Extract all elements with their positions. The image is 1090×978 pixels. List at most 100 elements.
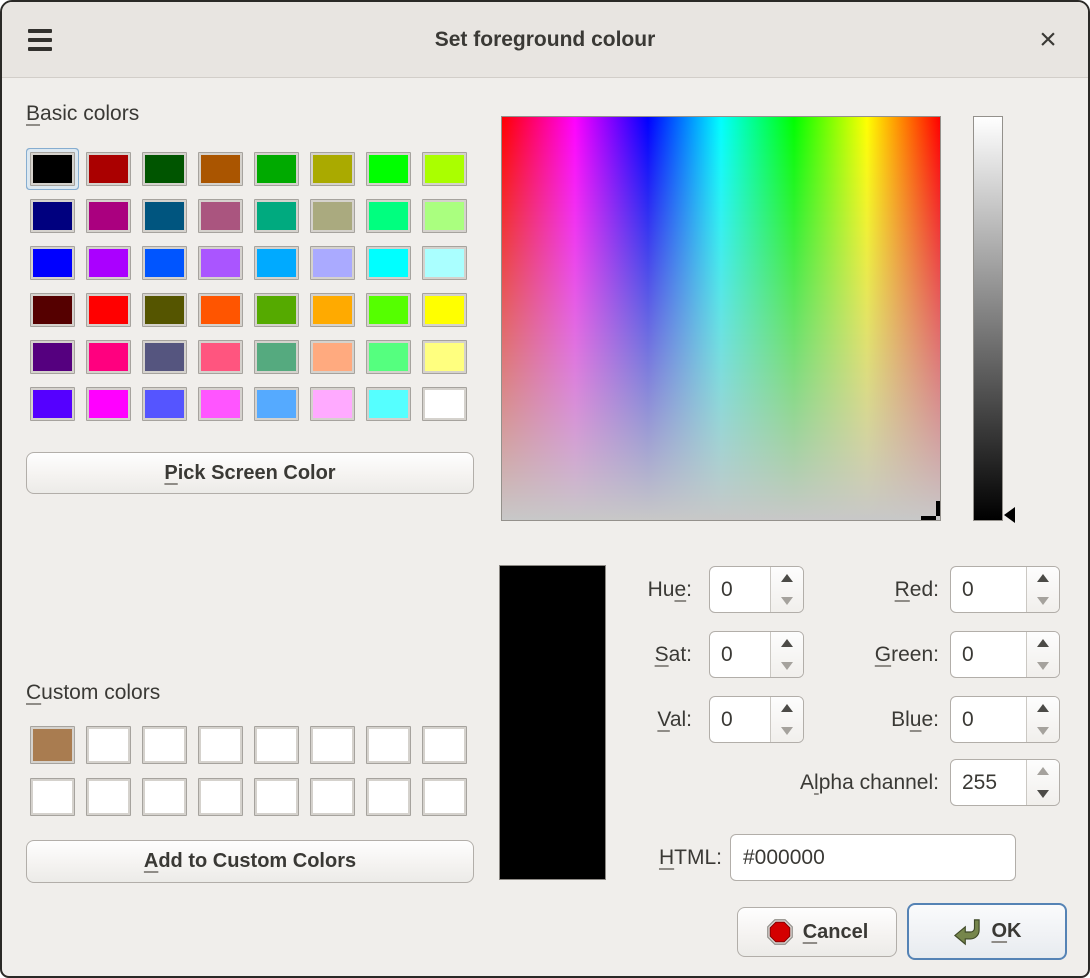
basic-color-swatch-37[interactable] xyxy=(310,340,355,374)
basic-color-swatch-8[interactable] xyxy=(30,199,75,233)
value-slider-arrow[interactable] xyxy=(1004,507,1015,523)
sat-spinbox[interactable] xyxy=(709,631,804,678)
basic-color-swatch-24[interactable] xyxy=(30,293,75,327)
alpha-decrement-button[interactable] xyxy=(1027,783,1059,806)
basic-color-swatch-9[interactable] xyxy=(86,199,131,233)
basic-color-swatch-44[interactable] xyxy=(254,387,299,421)
sat-increment-button[interactable] xyxy=(771,632,803,655)
custom-color-swatch-12[interactable] xyxy=(254,778,299,816)
hue-saturation-field[interactable] xyxy=(501,116,941,521)
val-input[interactable] xyxy=(710,697,770,742)
basic-color-swatch-27[interactable] xyxy=(198,293,243,327)
ok-button[interactable]: OK xyxy=(907,903,1067,960)
html-color-input[interactable] xyxy=(730,834,1016,881)
sat-input[interactable] xyxy=(710,632,770,677)
custom-color-swatch-15[interactable] xyxy=(422,778,467,816)
basic-color-swatch-43[interactable] xyxy=(198,387,243,421)
basic-color-swatch-41[interactable] xyxy=(86,387,131,421)
basic-color-swatch-14[interactable] xyxy=(366,199,411,233)
custom-color-swatch-3[interactable] xyxy=(198,726,243,764)
basic-color-swatch-36[interactable] xyxy=(254,340,299,374)
basic-color-swatch-5[interactable] xyxy=(310,152,355,186)
val-decrement-button[interactable] xyxy=(771,720,803,743)
value-slider[interactable] xyxy=(973,116,1003,521)
val-spinbox[interactable] xyxy=(709,696,804,743)
alpha-input[interactable] xyxy=(951,760,1026,805)
alpha-spinbox[interactable] xyxy=(950,759,1060,806)
basic-color-swatch-20[interactable] xyxy=(254,246,299,280)
blue-input[interactable] xyxy=(951,697,1026,742)
custom-color-swatch-5[interactable] xyxy=(310,726,355,764)
hamburger-icon[interactable] xyxy=(28,29,52,51)
red-spinbox[interactable] xyxy=(950,566,1060,613)
basic-color-swatch-42[interactable] xyxy=(142,387,187,421)
add-to-custom-colors-button[interactable]: Add to Custom Colors xyxy=(26,840,474,883)
basic-color-swatch-31[interactable] xyxy=(422,293,467,327)
hue-input[interactable] xyxy=(710,567,770,612)
basic-color-swatch-16[interactable] xyxy=(30,246,75,280)
basic-color-swatch-40[interactable] xyxy=(30,387,75,421)
custom-color-swatch-10[interactable] xyxy=(142,778,187,816)
custom-color-swatch-14[interactable] xyxy=(366,778,411,816)
hue-spinbox[interactable] xyxy=(709,566,804,613)
basic-color-swatch-29[interactable] xyxy=(310,293,355,327)
basic-color-swatch-7[interactable] xyxy=(422,152,467,186)
custom-color-swatch-4[interactable] xyxy=(254,726,299,764)
green-input[interactable] xyxy=(951,632,1026,677)
basic-color-swatch-28[interactable] xyxy=(254,293,299,327)
custom-color-swatch-13[interactable] xyxy=(310,778,355,816)
basic-color-swatch-30[interactable] xyxy=(366,293,411,327)
basic-color-swatch-1[interactable] xyxy=(86,152,131,186)
basic-color-swatch-6[interactable] xyxy=(366,152,411,186)
basic-color-swatch-12[interactable] xyxy=(254,199,299,233)
basic-color-swatch-35[interactable] xyxy=(198,340,243,374)
hue-decrement-button[interactable] xyxy=(771,590,803,613)
basic-color-swatch-4[interactable] xyxy=(254,152,299,186)
red-increment-button[interactable] xyxy=(1027,567,1059,590)
basic-color-swatch-3[interactable] xyxy=(198,152,243,186)
green-increment-button[interactable] xyxy=(1027,632,1059,655)
pick-screen-color-button[interactable]: Pick Screen Color xyxy=(26,452,474,494)
basic-color-swatch-47[interactable] xyxy=(422,387,467,421)
custom-color-swatch-7[interactable] xyxy=(422,726,467,764)
blue-spinbox[interactable] xyxy=(950,696,1060,743)
custom-color-swatch-9[interactable] xyxy=(86,778,131,816)
red-input[interactable] xyxy=(951,567,1026,612)
basic-color-swatch-45[interactable] xyxy=(310,387,355,421)
basic-color-swatch-15[interactable] xyxy=(422,199,467,233)
red-decrement-button[interactable] xyxy=(1027,590,1059,613)
basic-color-swatch-10[interactable] xyxy=(142,199,187,233)
basic-color-swatch-38[interactable] xyxy=(366,340,411,374)
blue-increment-button[interactable] xyxy=(1027,697,1059,720)
basic-color-swatch-26[interactable] xyxy=(142,293,187,327)
custom-color-swatch-0[interactable] xyxy=(30,726,75,764)
basic-color-swatch-2[interactable] xyxy=(142,152,187,186)
basic-color-swatch-19[interactable] xyxy=(198,246,243,280)
basic-color-swatch-13[interactable] xyxy=(310,199,355,233)
blue-decrement-button[interactable] xyxy=(1027,720,1059,743)
basic-color-swatch-0[interactable] xyxy=(30,152,75,186)
custom-color-swatch-2[interactable] xyxy=(142,726,187,764)
basic-color-swatch-25[interactable] xyxy=(86,293,131,327)
basic-color-swatch-39[interactable] xyxy=(422,340,467,374)
close-icon[interactable]: × xyxy=(1030,20,1066,60)
green-spinbox[interactable] xyxy=(950,631,1060,678)
custom-color-swatch-1[interactable] xyxy=(86,726,131,764)
green-decrement-button[interactable] xyxy=(1027,655,1059,678)
basic-color-swatch-34[interactable] xyxy=(142,340,187,374)
basic-color-swatch-23[interactable] xyxy=(422,246,467,280)
basic-color-swatch-18[interactable] xyxy=(142,246,187,280)
basic-color-swatch-32[interactable] xyxy=(30,340,75,374)
basic-color-swatch-22[interactable] xyxy=(366,246,411,280)
val-increment-button[interactable] xyxy=(771,697,803,720)
basic-color-swatch-11[interactable] xyxy=(198,199,243,233)
custom-color-swatch-6[interactable] xyxy=(366,726,411,764)
cancel-button[interactable]: Cancel xyxy=(737,907,897,957)
basic-color-swatch-21[interactable] xyxy=(310,246,355,280)
custom-color-swatch-8[interactable] xyxy=(30,778,75,816)
basic-color-swatch-17[interactable] xyxy=(86,246,131,280)
sat-decrement-button[interactable] xyxy=(771,655,803,678)
alpha-increment-button[interactable] xyxy=(1027,760,1059,783)
custom-color-swatch-11[interactable] xyxy=(198,778,243,816)
basic-color-swatch-33[interactable] xyxy=(86,340,131,374)
